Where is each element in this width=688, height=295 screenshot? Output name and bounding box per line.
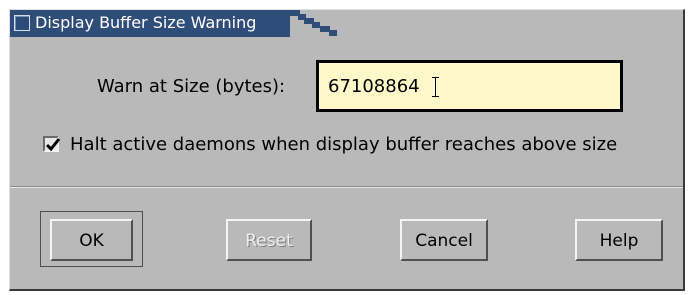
title-bar-decoration: [290, 10, 420, 37]
separator: [10, 186, 683, 188]
cancel-button[interactable]: Cancel: [400, 219, 488, 261]
ok-button[interactable]: OK: [50, 219, 133, 261]
warn-size-label: Warn at Size (bytes):: [97, 76, 286, 97]
text-cursor-icon: [432, 77, 439, 97]
reset-button[interactable]: Reset: [226, 219, 312, 261]
help-button[interactable]: Help: [575, 219, 663, 261]
halt-daemons-label: Halt active daemons when display buffer …: [70, 134, 618, 155]
halt-daemons-checkbox[interactable]: [43, 136, 61, 152]
checkmark-icon: [45, 138, 61, 152]
dialog-window: Display Buffer Size Warning Warn at Size…: [9, 9, 685, 291]
warn-size-input[interactable]: [319, 63, 620, 109]
window-menu-icon[interactable]: [14, 15, 30, 31]
warn-size-field[interactable]: [316, 60, 623, 112]
window-title: Display Buffer Size Warning: [35, 13, 257, 32]
title-bar[interactable]: Display Buffer Size Warning: [10, 10, 290, 37]
